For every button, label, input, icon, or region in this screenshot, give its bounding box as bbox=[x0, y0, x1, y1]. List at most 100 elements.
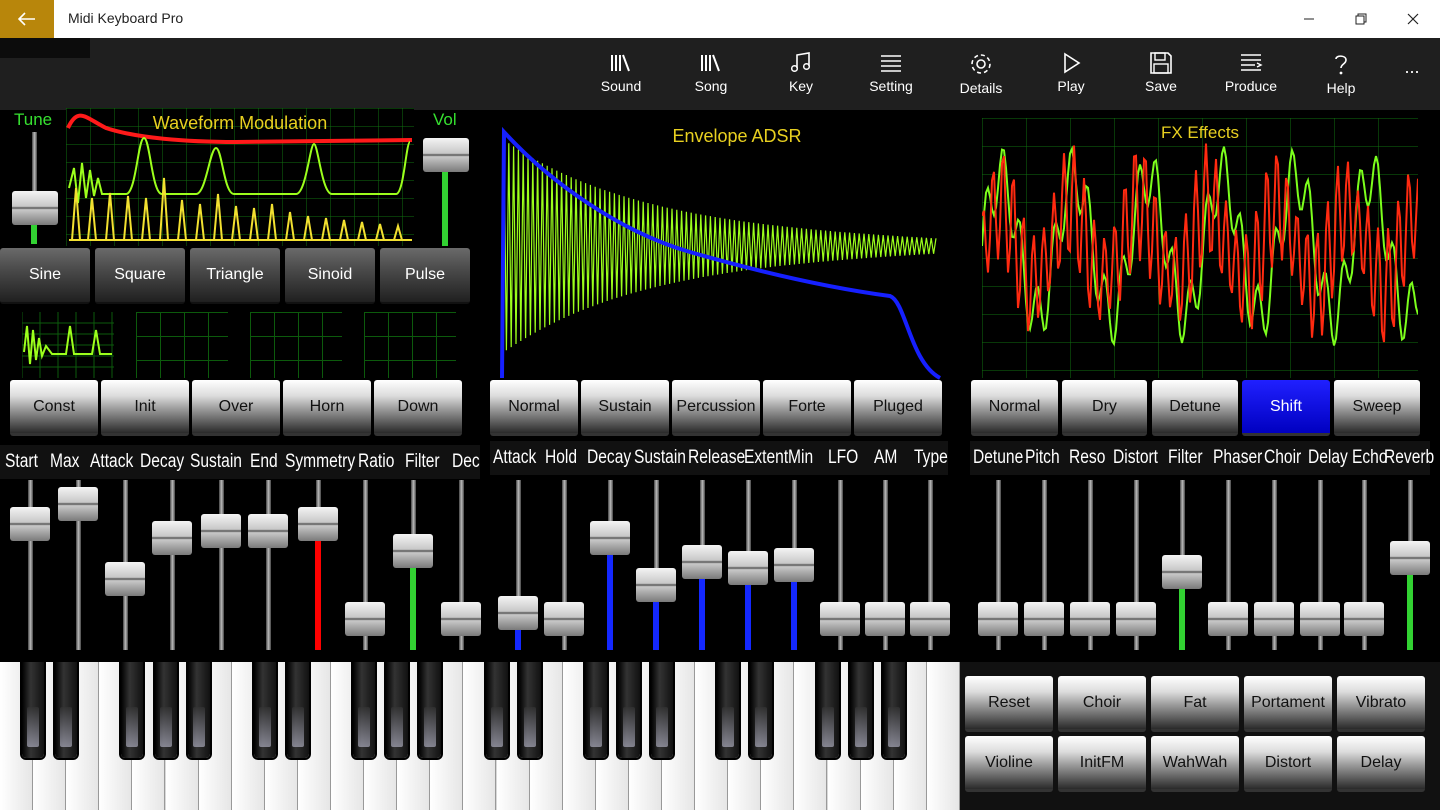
black-key[interactable] bbox=[286, 662, 309, 758]
violine-button[interactable]: Violine bbox=[965, 736, 1053, 792]
black-key[interactable] bbox=[121, 662, 144, 758]
black-key[interactable] bbox=[849, 662, 872, 758]
song-button[interactable]: Song bbox=[666, 38, 756, 110]
waveform-slider-max[interactable] bbox=[58, 486, 98, 521]
over-button[interactable]: Over bbox=[192, 380, 280, 436]
black-key[interactable] bbox=[386, 662, 409, 758]
down-button[interactable]: Down bbox=[374, 380, 462, 436]
envelope-slider-extent[interactable] bbox=[728, 550, 768, 585]
save-button[interactable]: Save bbox=[1116, 38, 1206, 110]
waveform-slider-ratio[interactable] bbox=[345, 602, 385, 637]
envelope-slider-sustain[interactable] bbox=[636, 568, 676, 603]
restore-button[interactable] bbox=[1338, 0, 1384, 38]
waveform-slider-sustain[interactable] bbox=[201, 514, 241, 548]
black-key[interactable] bbox=[22, 662, 45, 758]
waveform-slider-decay[interactable] bbox=[152, 520, 192, 555]
black-key[interactable] bbox=[485, 662, 508, 758]
piano-keyboard[interactable] bbox=[0, 662, 960, 810]
reset-button[interactable]: Reset bbox=[965, 676, 1053, 732]
square-button[interactable]: Square bbox=[95, 248, 185, 304]
waveform-slider-end[interactable] bbox=[248, 514, 288, 548]
envelope-slider-hold[interactable] bbox=[544, 602, 584, 637]
sinoid-button[interactable]: Sinoid bbox=[285, 248, 375, 304]
fx-dry-button[interactable]: Dry bbox=[1062, 380, 1147, 436]
black-key[interactable] bbox=[816, 662, 839, 758]
fat-button[interactable]: Fat bbox=[1151, 676, 1239, 732]
envelope-slider-type[interactable] bbox=[910, 602, 950, 637]
details-button[interactable]: Details bbox=[936, 38, 1026, 110]
black-key[interactable] bbox=[518, 662, 541, 758]
black-key[interactable] bbox=[253, 662, 276, 758]
pulse-button[interactable]: Pulse bbox=[380, 248, 470, 304]
fx-slider-filter[interactable] bbox=[1162, 554, 1202, 589]
fx-shift-button[interactable]: Shift bbox=[1242, 380, 1330, 436]
black-key[interactable] bbox=[584, 662, 607, 758]
fx-slider-phaser[interactable] bbox=[1208, 602, 1248, 637]
waveform-slider-dec[interactable] bbox=[441, 602, 481, 637]
fx-slider-pitch[interactable] bbox=[1024, 602, 1064, 637]
envelope-slider-am[interactable] bbox=[865, 602, 905, 637]
black-key[interactable] bbox=[651, 662, 673, 758]
black-key[interactable] bbox=[617, 662, 640, 758]
fx-slider-detune[interactable] bbox=[978, 602, 1018, 637]
vol-slider[interactable] bbox=[423, 138, 469, 173]
portament-button[interactable]: Portament bbox=[1244, 676, 1332, 732]
setting-button[interactable]: Setting bbox=[846, 38, 936, 110]
black-key[interactable] bbox=[750, 662, 773, 758]
env-sustain-button[interactable]: Sustain bbox=[581, 380, 669, 436]
fx-slider-delay[interactable] bbox=[1300, 602, 1340, 637]
more-button[interactable]: ... bbox=[1386, 38, 1438, 110]
fx-slider-reso[interactable] bbox=[1070, 602, 1110, 637]
env-pluged-button[interactable]: Pluged bbox=[854, 380, 942, 436]
back-button[interactable] bbox=[0, 0, 54, 38]
waveform-slider-attack[interactable] bbox=[105, 561, 145, 596]
wahwah-button[interactable]: WahWah bbox=[1151, 736, 1239, 792]
fx-slider-echo[interactable] bbox=[1344, 602, 1384, 637]
key-button[interactable]: Key bbox=[756, 38, 846, 110]
sine-button[interactable]: Sine bbox=[0, 248, 90, 304]
envelope-slider-decay[interactable] bbox=[590, 520, 630, 555]
black-key[interactable] bbox=[353, 662, 376, 758]
waveform-slider-start[interactable] bbox=[10, 507, 50, 542]
fx-slider-distort[interactable] bbox=[1116, 602, 1156, 637]
init-button[interactable]: Init bbox=[101, 380, 189, 436]
envelope-slider-lfo[interactable] bbox=[820, 602, 860, 637]
fx-slider-reverb[interactable] bbox=[1390, 541, 1430, 576]
black-key[interactable] bbox=[419, 662, 442, 758]
initfm-button[interactable]: InitFM bbox=[1058, 736, 1146, 792]
distort-button[interactable]: Distort bbox=[1244, 736, 1332, 792]
black-key[interactable] bbox=[154, 662, 177, 758]
envelope-slider-release[interactable] bbox=[682, 545, 722, 580]
horn-button[interactable]: Horn bbox=[283, 380, 371, 436]
env-percussion-button[interactable]: Percussion bbox=[672, 380, 760, 436]
fx-slider-choir[interactable] bbox=[1254, 602, 1294, 637]
black-key[interactable] bbox=[717, 662, 740, 758]
help-icon bbox=[1335, 55, 1347, 75]
triangle-button[interactable]: Triangle bbox=[190, 248, 280, 304]
envelope-slider-min[interactable] bbox=[774, 548, 814, 582]
sound-button[interactable]: Sound bbox=[576, 38, 666, 110]
black-key[interactable] bbox=[882, 662, 905, 758]
produce-button[interactable]: Produce bbox=[1206, 38, 1296, 110]
waveform-slider-filter[interactable] bbox=[393, 534, 433, 569]
vibrato-button[interactable]: Vibrato bbox=[1337, 676, 1425, 732]
choir-button[interactable]: Choir bbox=[1058, 676, 1146, 732]
param-max-label: Max bbox=[50, 451, 80, 472]
help-button[interactable]: Help bbox=[1296, 38, 1386, 110]
fx-detune-button[interactable]: Detune bbox=[1152, 380, 1238, 436]
delay-button[interactable]: Delay bbox=[1337, 736, 1425, 792]
env-normal-button[interactable]: Normal bbox=[490, 380, 578, 436]
envelope-slider-attack[interactable] bbox=[498, 595, 538, 630]
waveform-slider-symmetry[interactable] bbox=[298, 507, 338, 542]
minimize-button[interactable] bbox=[1286, 0, 1332, 38]
fx-normal-button[interactable]: Normal bbox=[971, 380, 1058, 436]
const-button[interactable]: Const bbox=[10, 380, 98, 436]
env-forte-button[interactable]: Forte bbox=[763, 380, 851, 436]
black-key[interactable] bbox=[55, 662, 78, 758]
tune-slider[interactable] bbox=[12, 190, 58, 225]
close-button[interactable] bbox=[1390, 0, 1436, 38]
black-key[interactable] bbox=[187, 662, 210, 758]
white-key[interactable] bbox=[926, 662, 960, 810]
play-button[interactable]: Play bbox=[1026, 38, 1116, 110]
fx-sweep-button[interactable]: Sweep bbox=[1334, 380, 1420, 436]
